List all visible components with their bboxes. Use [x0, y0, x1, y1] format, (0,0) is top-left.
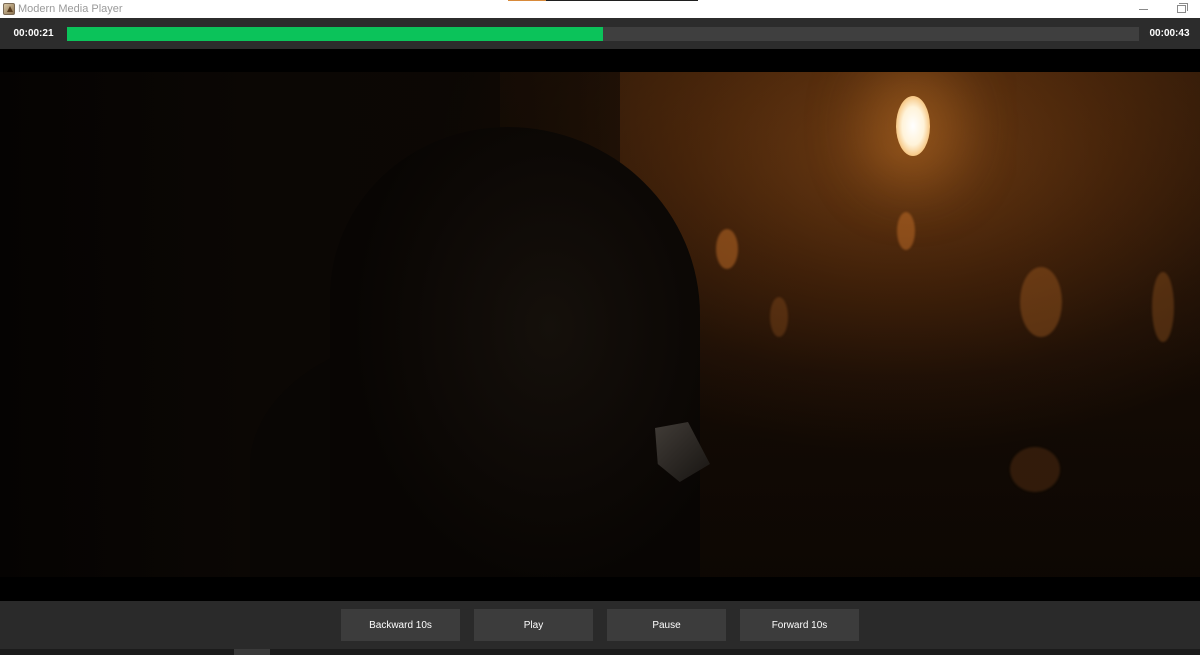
taskbar: [0, 649, 1200, 655]
title-bar: Modern Media Player: [0, 0, 1200, 18]
lamp-glow: [896, 96, 930, 156]
window-title: Modern Media Player: [18, 3, 123, 15]
forward-10s-button[interactable]: Forward 10s: [740, 609, 859, 641]
title-accent: [508, 0, 698, 1]
window-controls: [1124, 0, 1200, 18]
taskbar-item[interactable]: [234, 649, 270, 655]
progress-fill: [67, 26, 603, 41]
play-button[interactable]: Play: [474, 609, 593, 641]
progress-slider[interactable]: [67, 26, 1139, 41]
total-time: 00:00:43: [1149, 28, 1190, 39]
app-icon: [3, 3, 15, 15]
restore-button[interactable]: [1162, 0, 1200, 18]
video-frame: [0, 72, 1200, 577]
hooded-figure: [330, 127, 700, 577]
restore-icon: [1176, 3, 1188, 13]
backward-10s-button[interactable]: Backward 10s: [341, 609, 460, 641]
seek-bar-panel: 00:00:21 00:00:43: [0, 18, 1200, 49]
minimize-button[interactable]: [1124, 0, 1162, 18]
video-area[interactable]: [0, 49, 1200, 601]
pause-button[interactable]: Pause: [607, 609, 726, 641]
control-bar: Backward 10s Play Pause Forward 10s: [0, 601, 1200, 649]
current-time: 00:00:21: [13, 28, 54, 39]
minimize-icon: [1138, 8, 1148, 10]
